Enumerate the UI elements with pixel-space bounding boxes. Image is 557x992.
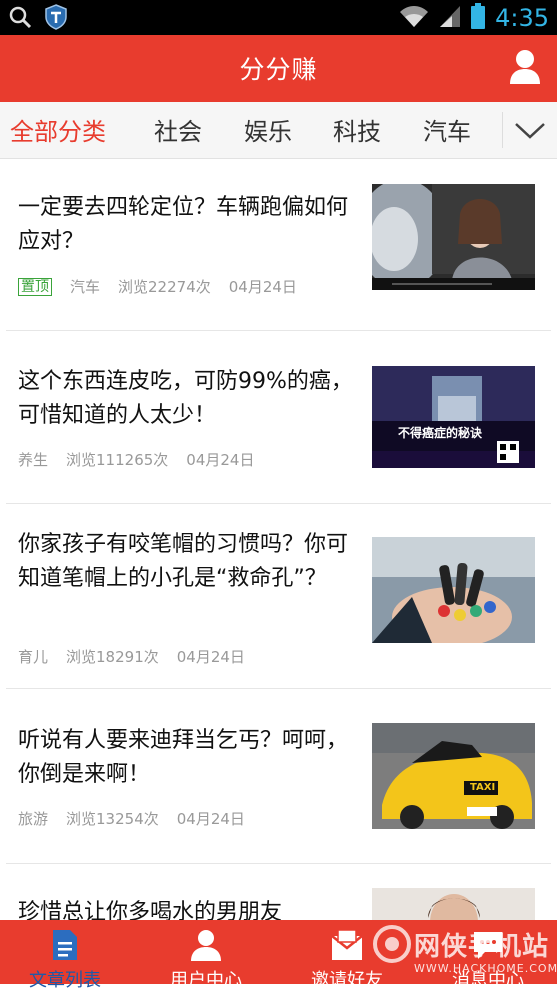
list-item[interactable]: 一定要去四轮定位？车辆跑偏如何应对？ 置顶 汽车 浏览22274次 04月24日 xyxy=(0,158,557,330)
article-date: 04月24日 xyxy=(176,648,245,666)
app-bar: 分分赚 xyxy=(0,35,557,102)
list-item[interactable]: 这个东西连皮吃，可防99%的癌，可惜知道的人太少！ 养生 浏览111265次 0… xyxy=(0,331,557,503)
list-item[interactable]: 你家孩子有咬笔帽的习惯吗？你可知道笔帽上的小孔是“救命孔”？ 育儿 浏览1829… xyxy=(0,504,557,688)
wifi-icon xyxy=(399,4,429,32)
watermark-brand: 网侠手机站 xyxy=(414,932,550,962)
article-thumbnail[interactable] xyxy=(372,888,535,920)
nav-article-list[interactable]: 文章列表 xyxy=(5,920,125,991)
article-title[interactable]: 听说有人要来迪拜当乞丐？呵呵，你倒是来啊！ xyxy=(18,724,353,792)
thumbnail-caption: 不得癌症的秘诀 xyxy=(398,426,483,440)
user-icon[interactable] xyxy=(509,49,541,85)
article-category: 旅游 xyxy=(18,810,49,828)
list-item[interactable]: 听说有人要来迪拜当乞丐？呵呵，你倒是来啊！ 旅游 浏览13254次 04月24日… xyxy=(0,689,557,863)
article-date: 04月24日 xyxy=(176,810,245,828)
tab-divider xyxy=(502,112,503,148)
battery-icon xyxy=(471,3,486,33)
thumbnail-caption: TAXI xyxy=(470,782,496,793)
category-tabs: 全部分类 社会 娱乐 科技 汽车 xyxy=(0,102,557,159)
article-title[interactable]: 你家孩子有咬笔帽的习惯吗？你可知道笔帽上的小孔是“救命孔”？ xyxy=(18,528,353,596)
article-title[interactable]: 这个东西连皮吃，可防99%的癌，可惜知道的人太少！ xyxy=(18,365,353,433)
article-thumbnail[interactable] xyxy=(372,184,535,290)
clock-time: 4:35 xyxy=(495,4,549,32)
shield-icon xyxy=(44,4,68,34)
nav-user-center[interactable]: 用户中心 xyxy=(146,920,266,991)
watermark: 网侠手机站 WWW.HACKHOME.COM xyxy=(372,918,557,984)
watermark-url: WWW.HACKHOME.COM xyxy=(414,962,557,975)
search-icon xyxy=(8,5,32,33)
article-thumbnail[interactable] xyxy=(372,537,535,643)
tab-auto[interactable]: 汽车 xyxy=(423,112,471,147)
pinned-badge: 置顶 xyxy=(18,277,52,296)
article-views: 浏览18291次 xyxy=(66,648,159,666)
article-thumbnail[interactable]: 不得癌症的秘诀 xyxy=(372,366,535,468)
article-thumbnail[interactable]: TAXI xyxy=(372,723,535,829)
chevron-down-icon[interactable] xyxy=(512,118,548,142)
article-category: 汽车 xyxy=(70,278,101,296)
watermark-logo-icon xyxy=(373,925,411,963)
tab-technology[interactable]: 科技 xyxy=(333,112,381,147)
article-views: 浏览111265次 xyxy=(66,451,169,469)
article-category: 育儿 xyxy=(18,648,49,666)
article-title[interactable]: 一定要去四轮定位？车辆跑偏如何应对？ xyxy=(18,191,353,259)
article-title[interactable]: 珍惜总让你多喝水的男朋友 xyxy=(18,896,353,920)
nav-label: 文章列表 xyxy=(29,970,101,991)
tab-society[interactable]: 社会 xyxy=(154,112,202,147)
article-meta: 养生 浏览111265次 04月24日 xyxy=(18,449,254,470)
article-views: 浏览13254次 xyxy=(66,810,159,828)
article-views: 浏览22274次 xyxy=(118,278,211,296)
article-date: 04月24日 xyxy=(186,451,255,469)
nav-label: 用户中心 xyxy=(170,970,242,991)
app-title: 分分赚 xyxy=(239,55,318,84)
status-bar: 4:35 xyxy=(0,0,557,35)
article-category: 养生 xyxy=(18,451,49,469)
article-meta: 育儿 浏览18291次 04月24日 xyxy=(18,646,245,667)
tab-all-categories[interactable]: 全部分类 xyxy=(10,112,106,147)
signal-icon xyxy=(439,4,461,32)
article-meta: 置顶 汽车 浏览22274次 04月24日 xyxy=(18,276,297,297)
article-date: 04月24日 xyxy=(228,278,297,296)
tab-entertainment[interactable]: 娱乐 xyxy=(244,112,292,147)
article-meta: 旅游 浏览13254次 04月24日 xyxy=(18,808,245,829)
list-item[interactable]: 珍惜总让你多喝水的男朋友 xyxy=(0,864,557,920)
